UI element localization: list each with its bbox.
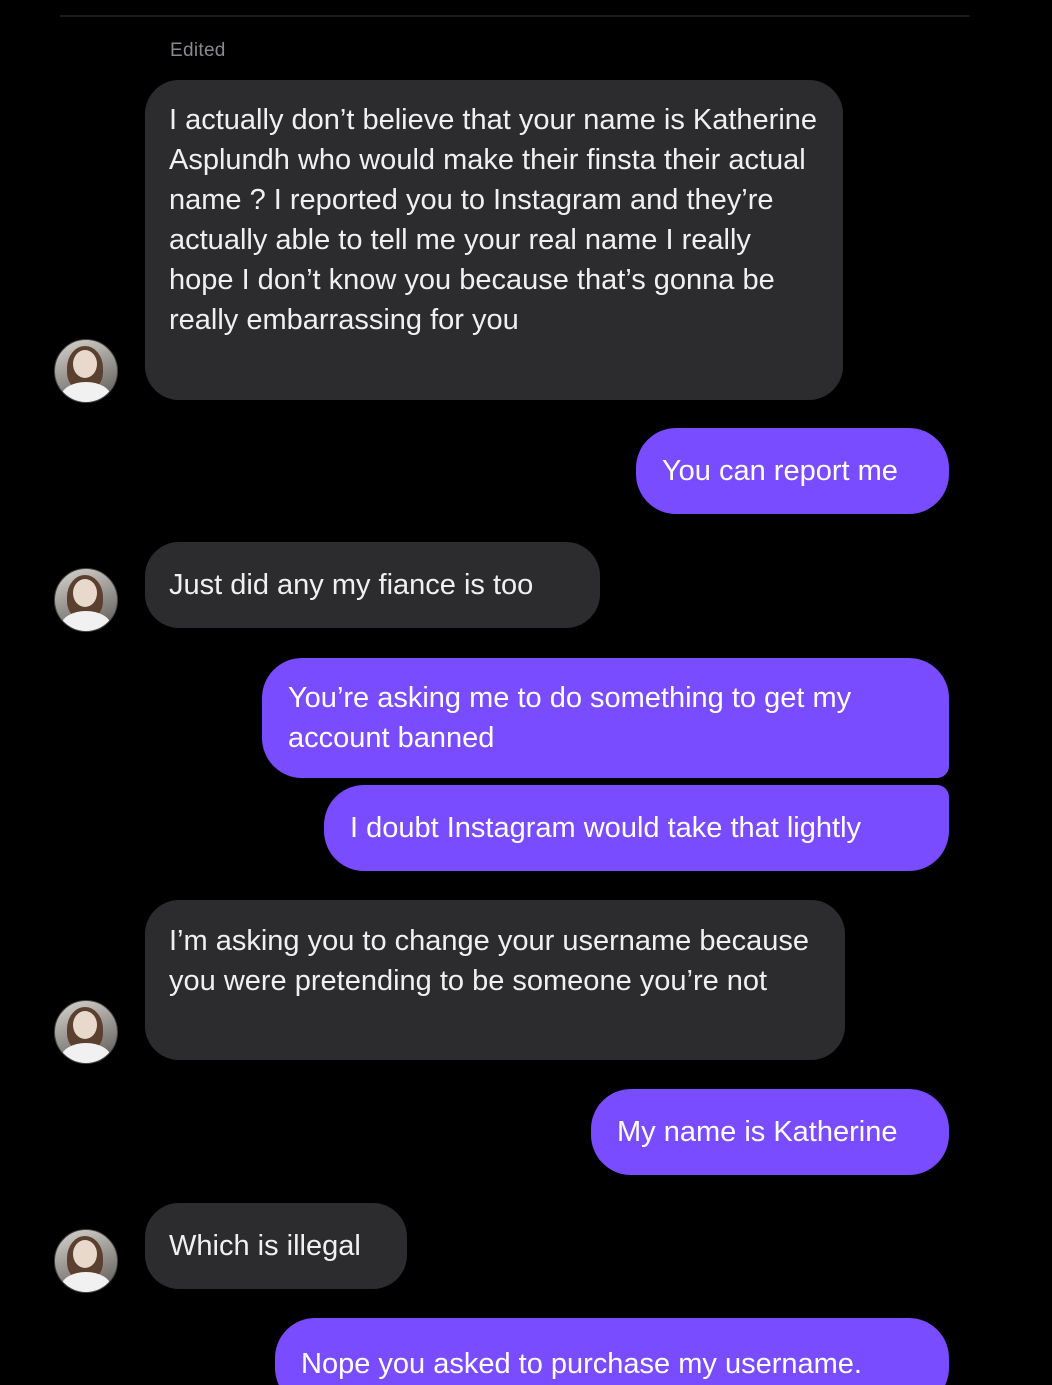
incoming-message[interactable]: Just did any my fiance is too <box>145 542 600 628</box>
contact-avatar[interactable] <box>54 339 118 403</box>
message-text: I’m asking you to change your username b… <box>169 925 809 997</box>
outgoing-message[interactable]: I doubt Instagram would take that lightl… <box>324 785 949 871</box>
contact-avatar[interactable] <box>54 1229 118 1293</box>
dm-thread-screen: Edited I actually don’t believe that you… <box>0 0 1052 1385</box>
message-text: Just did any my fiance is too <box>169 569 534 601</box>
contact-avatar[interactable] <box>54 568 118 632</box>
message-text: You’re asking me to do something to get … <box>288 682 852 754</box>
message-text: Nope you asked to purchase my username. <box>301 1348 862 1380</box>
incoming-message[interactable]: I’m asking you to change your username b… <box>145 900 845 1060</box>
outgoing-message[interactable]: My name is Katherine <box>591 1089 949 1175</box>
outgoing-message[interactable]: Nope you asked to purchase my username. <box>275 1318 949 1385</box>
top-divider <box>60 15 970 17</box>
message-text: I actually don’t believe that your name … <box>169 104 818 336</box>
edited-label: Edited <box>170 40 226 61</box>
message-text: I doubt Instagram would take that lightl… <box>350 812 862 844</box>
incoming-message[interactable]: I actually don’t believe that your name … <box>145 80 843 400</box>
incoming-message[interactable]: Which is illegal <box>145 1203 407 1289</box>
message-text: My name is Katherine <box>617 1116 898 1148</box>
outgoing-message[interactable]: You’re asking me to do something to get … <box>262 658 949 778</box>
message-text: You can report me <box>662 455 898 487</box>
outgoing-message[interactable]: You can report me <box>636 428 949 514</box>
message-text: Which is illegal <box>169 1230 361 1262</box>
contact-avatar[interactable] <box>54 1000 118 1064</box>
